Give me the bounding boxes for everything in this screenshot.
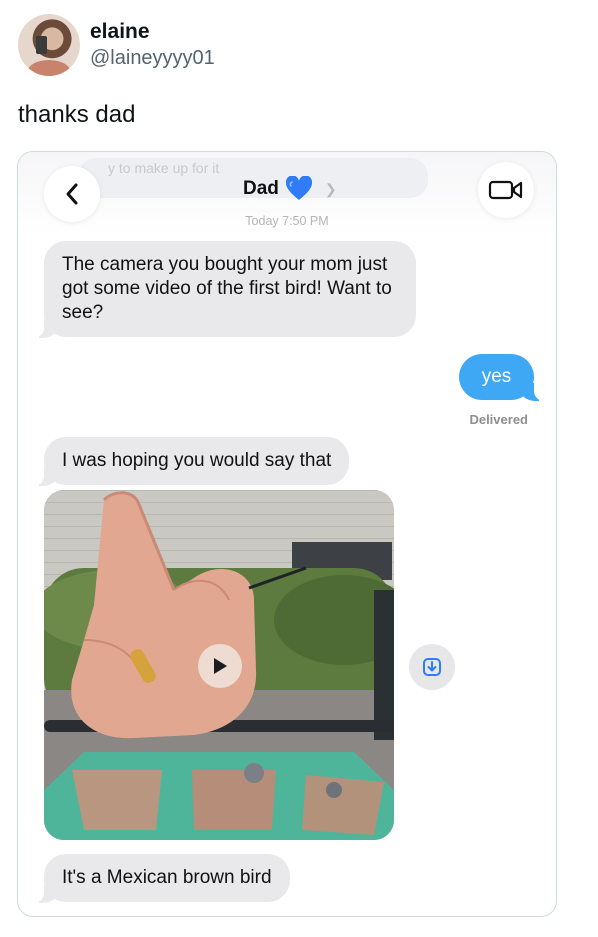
embedded-screenshot[interactable]: y to make up for it Dad ❯ Today 7:50 PM … — [17, 151, 557, 917]
save-video-button[interactable] — [409, 644, 455, 690]
contact-name: Dad — [243, 178, 279, 199]
blue-heart-icon — [285, 176, 312, 200]
video-message[interactable] — [44, 490, 394, 840]
received-message-bubble[interactable]: It's a Mexican brown bird — [32, 854, 290, 903]
play-button[interactable] — [198, 644, 242, 688]
facetime-video-button[interactable] — [478, 162, 534, 218]
back-chevron-icon — [66, 183, 78, 205]
avatar-phone — [36, 36, 47, 54]
tweet-text: thanks dad — [18, 101, 136, 128]
received-message-bubble[interactable]: I was hoping you would say that — [31, 437, 350, 486]
tweet-header: elaine @laineyyyy01 — [18, 14, 215, 76]
contact-header[interactable]: Dad ❯ — [243, 176, 337, 202]
sent-message-text: yes — [481, 366, 512, 387]
user-handle[interactable]: @laineyyyy01 — [90, 45, 215, 71]
avatar[interactable] — [18, 14, 80, 76]
save-download-icon — [423, 658, 441, 676]
received-message-bubble[interactable]: The camera you bought your mom just got … — [32, 241, 416, 338]
delivery-status: Delivered — [469, 412, 528, 427]
sent-message-bubble[interactable]: yes — [459, 354, 546, 401]
conversation-timestamp: Today 7:50 PM — [245, 214, 329, 228]
avatar-figure — [28, 60, 70, 76]
facetime-video-icon — [488, 180, 523, 200]
tweet-author: elaine @laineyyyy01 — [90, 19, 215, 71]
play-icon — [214, 658, 227, 674]
chevron-right-icon: ❯ — [324, 180, 337, 197]
display-name[interactable]: elaine — [90, 19, 215, 45]
